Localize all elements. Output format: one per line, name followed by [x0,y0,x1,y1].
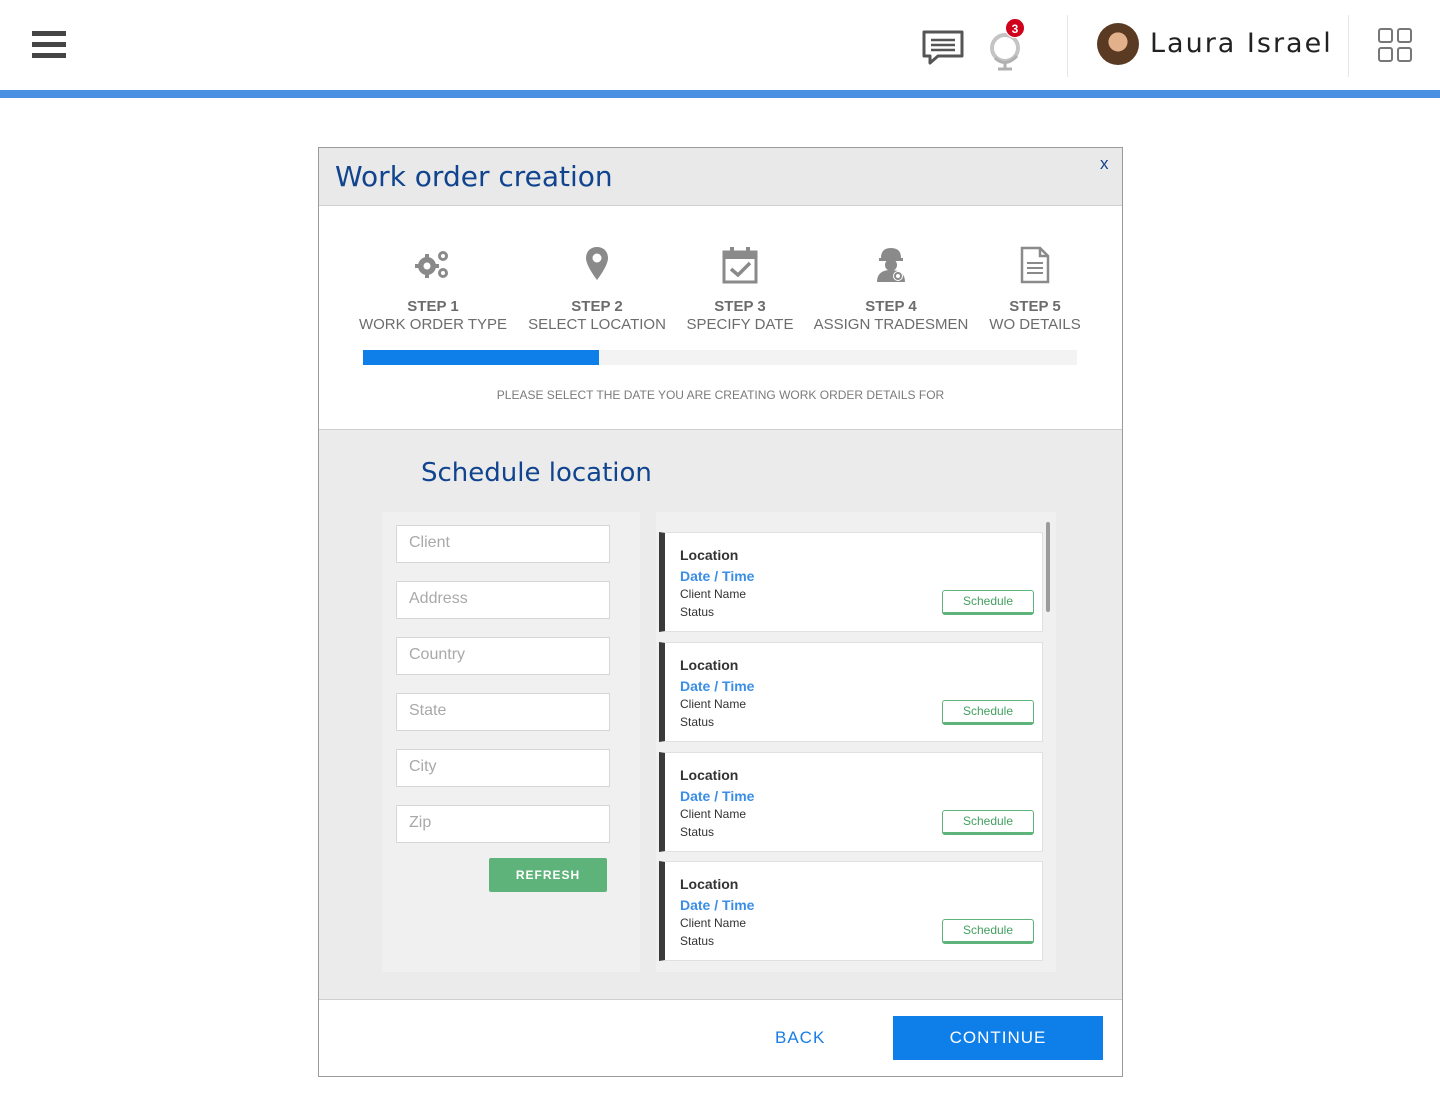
zip-field[interactable]: Zip [396,805,610,843]
gears-icon [415,251,448,278]
section-title: Schedule location [421,458,652,488]
step-2[interactable]: STEP 2 SELECT LOCATION [517,206,677,336]
step-number: STEP 3 [714,298,766,315]
work-order-modal: Work order creation x STEP 1 WORK ORDER … [318,147,1123,1077]
client-name: Client Name [680,697,747,711]
stepper: STEP 1 WORK ORDER TYPE STEP 2 SELECT LOC… [319,206,1122,429]
progress-fill [363,350,599,365]
scrollbar[interactable] [1046,522,1050,612]
user-name[interactable]: Laura Israel [1150,28,1333,59]
schedule-button[interactable]: Schedule [942,919,1034,944]
location-name: Location [680,876,739,892]
modal-footer: BACK CONTINUE [319,1001,1122,1076]
client-field[interactable]: Client [396,525,610,563]
state-field[interactable]: State [396,693,610,731]
step-number: STEP 2 [571,298,623,315]
apps-grid-icon[interactable] [1378,28,1412,62]
client-name: Client Name [680,587,747,601]
client-name: Client Name [680,807,747,821]
location-datetime: Date / Time [680,897,755,913]
worker-icon [877,248,905,282]
location-card[interactable]: Location Date / Time Client Name Status … [659,642,1043,742]
schedule-button[interactable]: Schedule [942,590,1034,615]
avatar[interactable] [1097,23,1139,65]
top-bar: 3 Laura Israel [0,0,1440,90]
step-5[interactable]: STEP 5 WO DETAILS [970,206,1100,336]
schedule-button[interactable]: Schedule [942,810,1034,835]
location-name: Location [680,767,739,783]
country-field[interactable]: Country [396,637,610,675]
location-status: Status [680,934,715,948]
client-name: Client Name [680,916,747,930]
close-button[interactable]: x [1100,154,1109,174]
step-3[interactable]: STEP 3 SPECIFY DATE [665,206,815,336]
step-number: STEP 5 [1009,298,1061,315]
location-card[interactable]: Location Date / Time Client Name Status … [659,861,1043,961]
location-datetime: Date / Time [680,568,755,584]
city-field[interactable]: City [396,749,610,787]
divider [1348,15,1349,77]
location-status: Status [680,825,715,839]
step-label: WORK ORDER TYPE [358,316,508,333]
location-list[interactable]: Location Date / Time Client Name Status … [656,512,1056,972]
notification-badge: 3 [1005,18,1025,38]
location-name: Location [680,657,739,673]
refresh-button[interactable]: REFRESH [489,858,607,892]
progress-bar [363,350,1077,365]
location-status: Status [680,605,715,619]
modal-header: Work order creation x [319,148,1122,206]
filter-panel: Client Address Country State City Zip RE… [382,512,640,972]
notifications-button[interactable]: 3 [987,18,1031,72]
address-field[interactable]: Address [396,581,610,619]
divider [1067,15,1068,77]
modal-title: Work order creation [335,160,613,193]
schedule-button[interactable]: Schedule [942,700,1034,725]
step-label: SELECT LOCATION [528,316,666,333]
step-label: WO DETAILS [989,316,1081,333]
step-4[interactable]: STEP 4 ASSIGN TRADESMEN [811,206,971,336]
location-datetime: Date / Time [680,678,755,694]
location-status: Status [680,715,715,729]
calendar-check-icon [722,247,758,284]
map-pin-icon [586,247,608,280]
step-number: STEP 1 [407,298,459,315]
document-icon [1020,246,1050,284]
menu-icon[interactable] [32,31,66,59]
location-card[interactable]: Location Date / Time Client Name Status … [659,532,1043,632]
header-accent-bar [0,90,1440,98]
step-label: SPECIFY DATE [686,316,794,333]
schedule-content: Schedule location Client Address Country… [319,429,1122,1000]
location-card[interactable]: Location Date / Time Client Name Status … [659,752,1043,852]
location-name: Location [680,547,739,563]
location-datetime: Date / Time [680,788,755,804]
back-button[interactable]: BACK [775,1028,825,1048]
continue-button[interactable]: CONTINUE [893,1016,1103,1060]
instruction-text: PLEASE SELECT THE DATE YOU ARE CREATING … [496,388,945,402]
step-1[interactable]: STEP 1 WORK ORDER TYPE [353,206,513,336]
step-number: STEP 4 [865,298,917,315]
chat-icon[interactable] [922,30,964,66]
step-label: ASSIGN TRADESMEN [813,316,969,333]
